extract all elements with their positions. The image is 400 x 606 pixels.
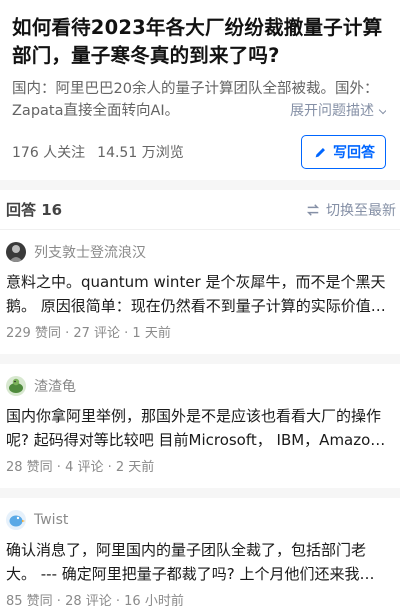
avatar[interactable] xyxy=(6,376,26,396)
question-meta-row: 176 人关注 14.51 万浏览 写回答 xyxy=(12,134,386,170)
answer-excerpt[interactable]: 确认消息了，阿里国内的量子团队全裁了，包括部门老大。 --- 确定阿里把量子都裁… xyxy=(6,538,386,586)
write-answer-label: 写回答 xyxy=(333,145,375,161)
pencil-icon xyxy=(315,147,325,157)
answer-item[interactable]: 列支敦士登流浪汉 意料之中。quantum winter 是个灰犀牛，而不是个黑… xyxy=(0,230,400,354)
answer-excerpt[interactable]: 国内你拿阿里举例，那国外是不是应该也看看大厂的操作呢? 起码得对等比较吧 目前M… xyxy=(6,404,386,452)
answers-count: 回答 16 xyxy=(6,201,63,219)
answer-meta: 229 赞同 · 27 评论 · 1 天前 xyxy=(6,326,171,341)
answers-header: 回答 16 切换至最新 xyxy=(0,190,400,230)
expand-description-label: 展开问题描述 xyxy=(290,103,374,119)
question-title[interactable]: 如何看待2023年各大厂纷纷裁撤量子计算部门，量子寒冬真的到来了吗? xyxy=(12,14,386,70)
sort-toggle-label: 切换至最新 xyxy=(326,202,396,219)
answer-author[interactable]: 渣渣龟 xyxy=(6,374,386,398)
question-card: 如何看待2023年各大厂纷纷裁撤量子计算部门，量子寒冬真的到来了吗? 国内：阿里… xyxy=(0,0,400,180)
answer-author[interactable]: Twist xyxy=(6,508,386,532)
section-divider xyxy=(0,180,400,190)
answer-item[interactable]: 渣渣龟 国内你拿阿里举例，那国外是不是应该也看看大厂的操作呢? 起码得对等比较吧… xyxy=(0,364,400,488)
avatar[interactable] xyxy=(6,242,26,262)
answer-author[interactable]: 列支敦士登流浪汉 xyxy=(6,240,386,264)
switch-icon xyxy=(306,203,320,216)
answer-meta: 28 赞同 · 4 评论 · 2 天前 xyxy=(6,460,155,475)
question-stats: 176 人关注 14.51 万浏览 xyxy=(12,142,184,162)
view-count: 14.51 万浏览 xyxy=(97,145,184,161)
avatar[interactable] xyxy=(6,510,26,530)
write-answer-button[interactable]: 写回答 xyxy=(301,135,386,169)
author-name[interactable]: Twist xyxy=(34,512,68,528)
follower-count: 176 人关注 xyxy=(12,145,86,161)
answer-item[interactable]: Twist 确认消息了，阿里国内的量子团队全裁了，包括部门老大。 --- 确定阿… xyxy=(0,498,400,606)
chevron-down-icon xyxy=(378,105,386,114)
question-description[interactable]: 国内：阿里巴巴20余人的量子计算团队全部被裁。国外：Zapata直接全面转向AI… xyxy=(12,78,386,122)
sort-toggle-button[interactable]: 切换至最新 xyxy=(306,200,396,220)
author-name[interactable]: 列支敦士登流浪汉 xyxy=(34,242,146,262)
answer-meta: 85 赞同 · 28 评论 · 16 小时前 xyxy=(6,594,184,606)
answer-excerpt[interactable]: 意料之中。quantum winter 是个灰犀牛，而不是个黑天鹅。 原因很简单… xyxy=(6,270,386,318)
expand-description-button[interactable]: 展开问题描述 xyxy=(272,100,386,122)
author-name[interactable]: 渣渣龟 xyxy=(34,376,76,396)
